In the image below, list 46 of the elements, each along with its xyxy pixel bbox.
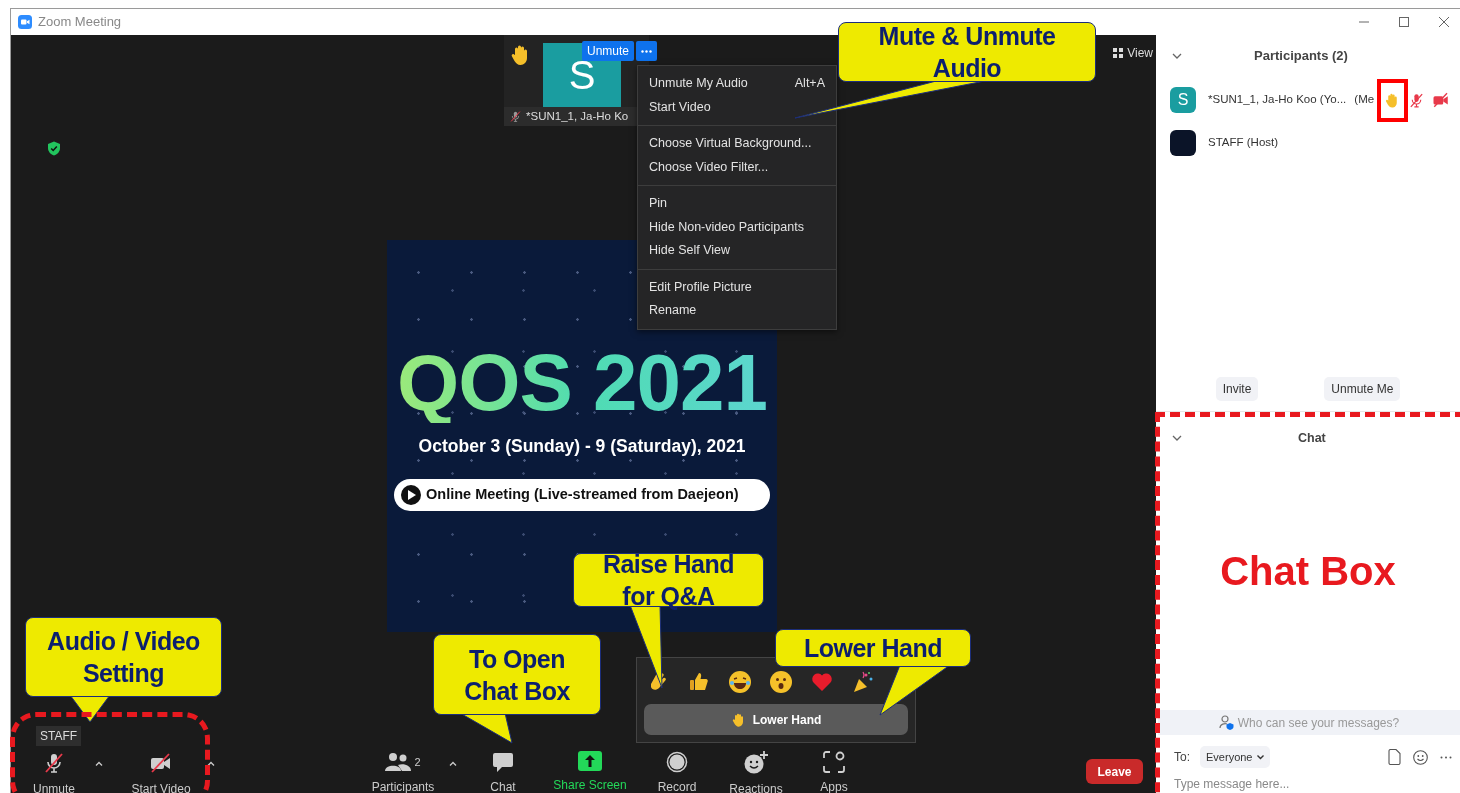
- menu-item[interactable]: Pin: [638, 192, 836, 216]
- window-title: Zoom Meeting: [38, 13, 122, 32]
- to-label: To:: [1174, 749, 1190, 766]
- panel-title: Chat: [1298, 429, 1326, 447]
- menu-item[interactable]: Hide Non-video Participants: [638, 215, 836, 239]
- participant-row[interactable]: STAFF (Host): [1156, 128, 1460, 158]
- shortcut-label: Alt+A: [794, 75, 825, 93]
- participant-tag: (Me: [1354, 91, 1375, 109]
- menu-item[interactable]: Edit Profile Picture: [638, 275, 836, 299]
- apps-button[interactable]: Apps: [795, 745, 873, 793]
- panel-button[interactable]: Invite: [1215, 377, 1259, 401]
- menu-item[interactable]: Choose Virtual Background...: [638, 132, 836, 156]
- view-button[interactable]: View: [1113, 44, 1153, 62]
- chat-button[interactable]: Chat: [463, 745, 543, 793]
- menu-item-label: Unmute My Audio: [649, 75, 748, 93]
- recipient-dropdown[interactable]: Everyone: [1200, 745, 1270, 769]
- participant-name: *SUN1_1, Ja-Ho Ko: [526, 108, 629, 124]
- callout: Lower Hand: [775, 629, 971, 667]
- menu-item[interactable]: Hide Self View: [638, 239, 836, 263]
- participant-count: 2: [414, 754, 421, 770]
- slide-dates: October 3 (Sunday) - 9 (Saturday), 2021: [418, 435, 746, 458]
- panel-button[interactable]: Unmute Me: [1324, 377, 1401, 401]
- participant-name: STAFF (Host): [1208, 135, 1279, 151]
- menu-item[interactable]: Rename: [638, 299, 836, 323]
- message-input[interactable]: Type message here...: [1174, 775, 1434, 793]
- video-button[interactable]: Start Video: [121, 745, 201, 793]
- participants-button[interactable]: 2 Participants: [363, 745, 443, 793]
- menu-item[interactable]: Choose Video Filter...: [638, 155, 836, 179]
- unmute-button[interactable]: Unmute: [582, 41, 635, 61]
- share-button[interactable]: Share Screen: [543, 745, 637, 793]
- avatar-initial: S: [1170, 87, 1196, 113]
- callout: Mute & Unmute Audio: [838, 22, 1096, 82]
- audio-button[interactable]: Unmute: [19, 745, 89, 793]
- panel-title: Participants (2): [1254, 47, 1348, 66]
- reactions-button[interactable]: Reactions: [717, 745, 795, 793]
- record-button[interactable]: Record: [637, 745, 717, 793]
- participant-row[interactable]: S *SUN1_1, Ja-Ho Koo (Yo... (Me: [1156, 85, 1460, 115]
- name-tag: STAFF: [36, 726, 82, 746]
- leave-button[interactable]: Leave: [1086, 759, 1143, 784]
- button-label: Participants: [371, 779, 435, 793]
- lower-hand-button[interactable]: Lower Hand: [644, 704, 908, 735]
- slide-banner: Online Meeting (Live-streamed from Daejeon): [394, 479, 770, 512]
- menu-item[interactable]: Unmute My Audio Alt+A: [638, 72, 836, 96]
- menu-item[interactable]: Start Video: [638, 95, 836, 119]
- participant-name: *SUN1_1, Ja-Ho Koo (Yo...: [1208, 92, 1347, 108]
- annotation-label: Chat Box: [1220, 547, 1396, 595]
